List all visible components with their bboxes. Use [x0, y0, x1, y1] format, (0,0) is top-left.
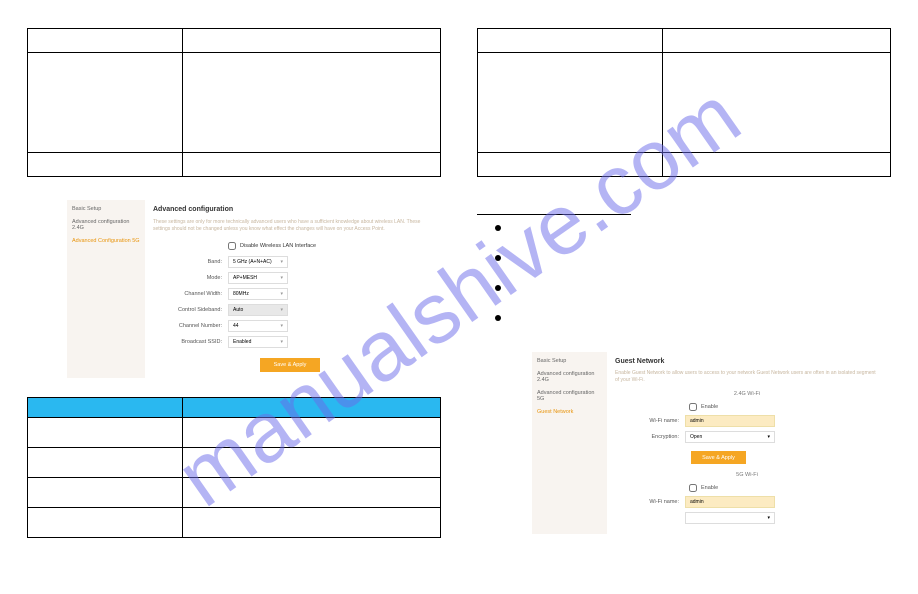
enable-24g-label: Enable [701, 404, 718, 410]
chnum-label: Channel Number: [153, 323, 228, 329]
band-label: Band: [153, 259, 228, 265]
table-row [28, 53, 441, 153]
mode-select[interactable]: AP+MESH▾ [228, 272, 288, 284]
band-select[interactable]: 5 GHz (A+N+AC)▾ [228, 256, 288, 268]
sideband-label: Control Sideband: [153, 307, 228, 313]
disable-wlan-checkbox[interactable] [228, 242, 236, 250]
nav-guest-network[interactable]: Guest Network [537, 409, 602, 415]
table-row [28, 478, 441, 508]
enable-5g-label: Enable [701, 485, 718, 491]
panel-title: Advanced configuration [153, 206, 427, 213]
table-row [478, 53, 891, 153]
side-nav: Basic Setup Advanced configuration 2.4G … [67, 200, 145, 378]
panel-title: Guest Network [615, 358, 879, 365]
enable-5g-checkbox[interactable] [689, 484, 697, 492]
table-row [28, 448, 441, 478]
section-5g-title: 5G Wi-Fi [615, 472, 879, 478]
wifiname-24g-input[interactable] [685, 415, 775, 427]
table-row [28, 508, 441, 538]
disable-wlan-label: Disable Wireless LAN Interface [240, 243, 316, 249]
chwidth-select[interactable]: 80MHz▾ [228, 288, 288, 300]
bullet-list [495, 225, 501, 345]
save-apply-button[interactable]: Save & Apply [691, 451, 746, 464]
chevron-down-icon: ▾ [280, 275, 283, 281]
table-row [28, 29, 441, 53]
mode-label: Mode: [153, 275, 228, 281]
advanced-config-panel: Basic Setup Advanced configuration 2.4G … [67, 200, 435, 378]
bssid-label: Broadcast SSID: [153, 339, 228, 345]
nav-adv-24g[interactable]: Advanced configuration 2.4G [537, 371, 602, 383]
bullet-icon [495, 225, 501, 231]
encryption-24g-label: Encryption: [615, 434, 685, 440]
nav-basic-setup[interactable]: Basic Setup [72, 206, 140, 212]
wifiname-5g-label: Wi-Fi name: [615, 499, 685, 505]
table-bottom-left [27, 397, 441, 538]
panel-note: Enable Guest Network to allow users to a… [615, 370, 879, 383]
table-header-row [28, 398, 441, 418]
sideband-select: Auto▾ [228, 304, 288, 316]
bullet-icon [495, 285, 501, 291]
chevron-down-icon: ▾ [767, 515, 770, 521]
bullet-icon [495, 255, 501, 261]
table-row [478, 29, 891, 53]
chevron-down-icon: ▾ [280, 339, 283, 345]
save-apply-button[interactable]: Save & Apply [260, 358, 320, 372]
chevron-down-icon: ▾ [280, 259, 283, 265]
table-row [28, 418, 441, 448]
table-top-right [477, 28, 891, 177]
panel-note: These settings are only for more technic… [153, 219, 427, 232]
table-row [478, 153, 891, 177]
table-row [28, 153, 441, 177]
table-top-left [27, 28, 441, 177]
wifiname-5g-input[interactable] [685, 496, 775, 508]
chevron-down-icon: ▾ [280, 323, 283, 329]
nav-adv-5g[interactable]: Advanced Configuration 5G [72, 238, 140, 244]
wifiname-24g-label: Wi-Fi name: [615, 418, 685, 424]
chnum-select[interactable]: 44▾ [228, 320, 288, 332]
chevron-down-icon: ▾ [767, 434, 770, 440]
chwidth-label: Channel Width: [153, 291, 228, 297]
encryption-24g-select[interactable]: Open▾ [685, 431, 775, 443]
bssid-select[interactable]: Enabled▾ [228, 336, 288, 348]
guest-network-panel: Basic Setup Advanced configuration 2.4G … [532, 352, 887, 534]
nav-basic-setup[interactable]: Basic Setup [537, 358, 602, 364]
divider [477, 214, 631, 215]
side-nav: Basic Setup Advanced configuration 2.4G … [532, 352, 607, 534]
chevron-down-icon: ▾ [280, 291, 283, 297]
bullet-icon [495, 315, 501, 321]
enable-24g-checkbox[interactable] [689, 403, 697, 411]
nav-adv-24g[interactable]: Advanced configuration 2.4G [72, 219, 140, 231]
panel-body: Advanced configuration These settings ar… [145, 200, 435, 378]
chevron-down-icon: ▾ [280, 307, 283, 313]
nav-adv-5g[interactable]: Advanced configuration 5G [537, 390, 602, 402]
panel-body: Guest Network Enable Guest Network to al… [607, 352, 887, 534]
encryption-5g-select[interactable]: ▾ [685, 512, 775, 524]
section-24g-title: 2.4G Wi-Fi [615, 391, 879, 397]
